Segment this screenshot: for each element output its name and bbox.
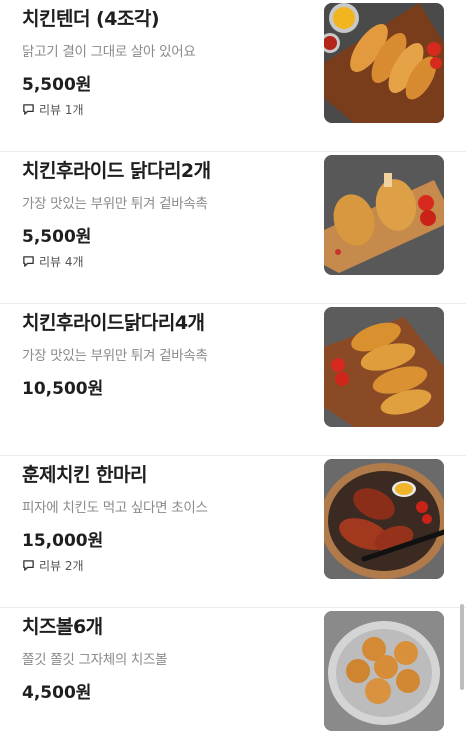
chicken-tender-photo[interactable] [324,3,444,123]
review-count[interactable]: 리뷰 1개 [22,101,84,117]
item-price: 5,500원 [22,227,92,247]
menu-item-smoked-chicken[interactable]: 훈제치킨 한마리 피자에 치킨도 먹고 싶다면 초이스 15,000원 리뷰 2… [0,456,466,608]
item-name: 치킨후라이드 닭다리2개 [22,160,211,182]
review-label: 리뷰 2개 [39,558,84,573]
item-name: 치즈볼6개 [22,616,103,638]
item-name: 치킨후라이드닭다리4개 [22,312,205,334]
menu-list: 치킨텐더 (4조각) 닭고기 결이 그대로 살아 있어요 5,500원 리뷰 1… [0,0,466,748]
menu-item-chicken-tender[interactable]: 치킨텐더 (4조각) 닭고기 결이 그대로 살아 있어요 5,500원 리뷰 1… [0,0,466,152]
review-label: 리뷰 1개 [39,102,84,117]
item-description: 피자에 치킨도 먹고 싶다면 초이스 [22,500,208,516]
fried-drumsticks-photo[interactable] [324,155,444,275]
fried-drumsticks-photo[interactable] [324,307,444,427]
item-price: 15,000원 [22,531,104,551]
item-description: 가장 맛있는 부위만 튀겨 겉바속촉 [22,348,208,364]
review-label: 리뷰 4개 [39,254,84,269]
review-count[interactable]: 리뷰 2개 [22,557,84,573]
speech-bubble-icon [23,103,34,115]
item-description: 닭고기 결이 그대로 살아 있어요 [22,44,196,60]
menu-item-cheese-ball[interactable]: 치즈볼6개 쫄깃 쫄깃 그자체의 치즈볼 4,500원 [0,608,466,748]
review-count[interactable]: 리뷰 4개 [22,253,84,269]
item-price: 4,500원 [22,683,92,703]
scrollbar[interactable] [460,604,464,690]
speech-bubble-icon [23,255,34,267]
cheese-balls-photo[interactable] [324,611,444,731]
menu-item-drumstick-2[interactable]: 치킨후라이드 닭다리2개 가장 맛있는 부위만 튀겨 겉바속촉 5,500원 리… [0,152,466,304]
menu-item-drumstick-4[interactable]: 치킨후라이드닭다리4개 가장 맛있는 부위만 튀겨 겉바속촉 10,500원 [0,304,466,456]
item-name: 치킨텐더 (4조각) [22,8,160,30]
item-description: 가장 맛있는 부위만 튀겨 겉바속촉 [22,196,208,212]
item-price: 5,500원 [22,75,92,95]
item-name: 훈제치킨 한마리 [22,464,147,486]
smoked-chicken-photo[interactable] [324,459,444,579]
speech-bubble-icon [23,559,34,571]
item-description: 쫄깃 쫄깃 그자체의 치즈볼 [22,652,168,668]
item-price: 10,500원 [22,379,104,399]
